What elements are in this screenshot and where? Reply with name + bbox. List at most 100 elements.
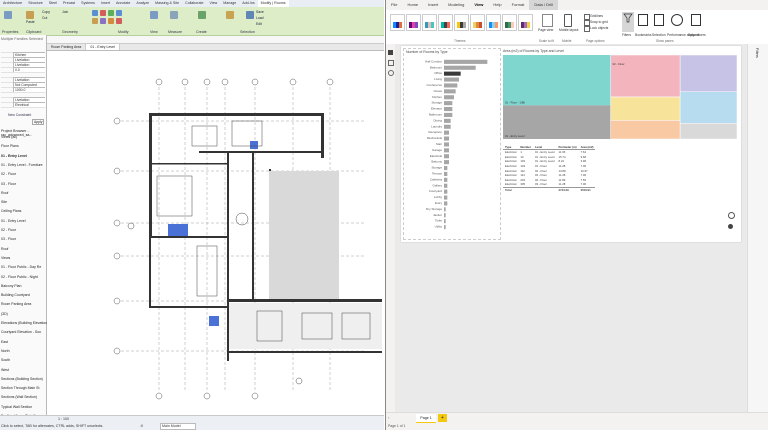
treemap-block[interactable] [503,55,611,106]
prev-page-icon[interactable]: ‹ [388,415,393,420]
bar[interactable] [444,65,476,70]
bar[interactable] [444,107,453,112]
cad-tab-0[interactable]: Architecture [0,0,25,7]
browser-item[interactable]: West [1,368,9,372]
create-icon[interactable] [198,11,206,19]
treemap-block[interactable] [679,91,737,124]
browser-item[interactable]: 02 - Floor [1,172,16,176]
browser-item[interactable]: Site [1,200,7,204]
bar[interactable] [444,71,461,76]
treemap-block[interactable] [610,120,681,139]
bar[interactable] [444,201,448,206]
apply-button[interactable]: Apply [32,119,45,125]
bar[interactable] [444,118,451,123]
new-constraint-button[interactable]: New Constraint [8,113,31,117]
browser-item[interactable]: 03 - Floor [1,237,16,241]
bar[interactable] [444,77,459,82]
copy-button[interactable]: Copy [42,10,50,14]
pbi-tab-7[interactable]: Data / Drill [529,0,558,10]
bar[interactable] [444,59,488,64]
theme-thumbnail-9[interactable] [518,14,533,31]
browser-item[interactable]: Building Courtyard [1,293,30,297]
bar[interactable] [444,177,448,182]
cad-tab-13[interactable]: Modify | Rooms [257,0,289,7]
bar[interactable] [444,142,449,147]
browser-item[interactable]: 01 - Entry Level [1,154,27,158]
bar[interactable] [444,154,449,159]
bar[interactable] [444,219,446,224]
treemap-plot[interactable]: 01 - Floor - 1/Bil 01 - Entry Level 02 - F… [503,55,737,139]
pbi-tab-3[interactable]: Modeling [443,0,469,10]
bar-chart-plot[interactable]: Hall Corridor Bedroom Office Living Conferen… [404,57,500,237]
view-tab-room-parking[interactable]: Room Parking Area [47,44,87,50]
pbi-tab-2[interactable]: Insert [423,0,443,10]
join-button[interactable]: Join [62,10,68,14]
theme-thumbnail-7[interactable] [486,14,501,31]
view-scale[interactable]: 1 : 100 [58,417,69,421]
cad-tab-12[interactable]: Add-Ins [239,0,257,7]
pbi-tab-1[interactable]: Home [402,0,423,10]
performance-analyzer-icon[interactable] [671,14,683,26]
table-header-cell[interactable]: Area (m2) [578,145,596,150]
browser-item[interactable]: 03 - Floor [1,182,16,186]
treemap-visual[interactable]: Area (m2) of Rooms by Type and Level 01 … [501,48,739,140]
sync-slicers-label[interactable]: Sync slicers [688,33,706,37]
browser-item[interactable]: Views [1,256,10,260]
pbi-tab-5[interactable]: Help [488,0,506,10]
theme-thumbnail-3[interactable] [422,14,437,31]
browser-item[interactable]: North [1,349,10,353]
theme-thumbnail-2[interactable] [406,14,421,31]
edit-selection-button[interactable]: Edit [256,22,262,26]
table-header-cell[interactable]: Perimeter (m) [556,145,579,150]
bar[interactable] [444,130,449,135]
bar[interactable] [444,95,454,100]
theme-thumbnail-4[interactable] [438,14,453,31]
cad-tab-10[interactable]: View [207,0,221,7]
pbi-tab-4[interactable]: View [469,0,489,11]
treemap-block[interactable] [679,123,737,139]
filters-label[interactable]: Filters [622,33,631,37]
paste-button-label[interactable]: Paste [26,20,35,24]
pbi-tab-6[interactable]: Format [507,0,530,10]
browser-item[interactable]: Roof [1,191,8,195]
browser-item[interactable]: Sections (Wall Section) [1,395,37,399]
offset-icon[interactable] [100,10,106,16]
browser-item[interactable]: Room Parking Area [1,302,31,306]
bar[interactable] [444,89,456,94]
browser-item[interactable]: Views (all) [1,135,17,139]
lock-objects-label[interactable]: Lock objects [590,26,608,30]
properties-icon[interactable] [4,11,12,19]
measure-icon[interactable] [170,11,178,19]
bar[interactable] [444,148,449,153]
sync-slicers-icon[interactable] [691,14,701,26]
delete-icon[interactable] [116,18,122,24]
selection-label[interactable]: Selection [652,33,666,37]
bar[interactable] [444,195,448,200]
cad-tab-7[interactable]: Analyze [133,0,152,7]
trim-icon[interactable] [108,18,114,24]
browser-item[interactable]: Roof [1,247,8,251]
cad-tab-9[interactable]: Collaborate [182,0,206,7]
cad-tab-3[interactable]: Precast [60,0,78,7]
copy-tool-icon[interactable] [92,18,98,24]
type-selector[interactable]: Multiple Families Selected [1,37,43,41]
report-page[interactable]: Number of Rooms by Type Hall Corridor Bed… [401,46,741,242]
treemap-block[interactable] [679,55,737,92]
browser-item[interactable]: Typical Wall Section [1,405,32,409]
table-visual[interactable]: Type Number Level Perimeter (m) Area (m2) Ele… [501,143,621,201]
bar[interactable] [444,136,449,141]
bookmark-icon[interactable] [638,14,648,26]
bar[interactable] [444,183,448,188]
browser-item[interactable]: 02 - Floor [1,228,16,232]
bar[interactable] [444,213,446,218]
browser-item[interactable]: 02 - Floor Public - Night [1,275,38,279]
selection-icon[interactable] [654,14,664,26]
filters-pane-collapsed[interactable]: Filters [747,44,768,414]
cad-tab-8[interactable]: Massing & Site [152,0,182,7]
browser-item[interactable]: (3D) [1,312,8,316]
model-selector[interactable]: Main Model [160,423,196,430]
page-tab-1[interactable]: Page 1 [416,414,436,423]
bar[interactable] [444,225,446,230]
area-icon[interactable] [246,11,254,19]
cad-tab-5[interactable]: Insert [98,0,113,7]
